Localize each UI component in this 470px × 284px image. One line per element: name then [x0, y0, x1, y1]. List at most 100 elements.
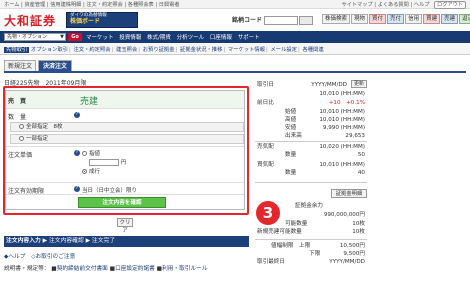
step-number-badge: 3 [256, 201, 280, 225]
margin-label: 信用 [405, 14, 423, 24]
margin-row: 新規売建可能数量 10枚 [255, 228, 365, 236]
quote-key: 数量 [285, 170, 297, 176]
top-links-bar: ホーム | 資産管理 | 信用建株明細 | 注文・約定照会 | 各種照会表 | … [0, 0, 470, 9]
caution-link[interactable]: お取引のご注意 [36, 254, 76, 260]
quote-value: 10,010 (HH:MM) [319, 117, 365, 123]
logout-button[interactable]: ログアウト [434, 1, 466, 9]
margin-sell-button[interactable]: 売建 [441, 14, 459, 24]
tab-new-order[interactable]: 新規注文 [4, 60, 36, 71]
step-complete: 注文完了 [91, 238, 116, 244]
buy-button[interactable]: 買付 [369, 14, 387, 24]
quote-key: 前日比 [257, 100, 274, 106]
stock-code-input[interactable] [263, 16, 298, 25]
limit-row: 取引最終日 YYYY/MM/DD [255, 258, 365, 266]
quote-row: 買気配 10,010 (HH:MM) [255, 161, 365, 169]
app-root: ホーム | 資産管理 | 信用建株明細 | 注文・約定照会 | 各種照会表 | … [0, 0, 470, 284]
quote-value: 50 [357, 152, 365, 158]
quote-key: 数量 [285, 152, 297, 158]
step-confirm: 注文内容確認 [48, 238, 84, 244]
subnav-related[interactable]: 各種関連 [302, 47, 323, 53]
divider [255, 141, 367, 142]
daiwa-logo[interactable]: 大和証券 [4, 12, 56, 29]
margin-key: 可能数量 [285, 221, 308, 227]
trade-buttons: 株価検索現物買付売付信用買建売建返済現引 [322, 14, 470, 24]
documents-links: 説明書・規定等： ■契約締結前交付書面 ■口座設定約諾書 ■利用・取引ルール [4, 266, 208, 272]
product-select-value: 先物・オプション [7, 34, 48, 40]
quote-panel: 取引日 YYYY/MM/DD 更新 10,010 (HH:MM) 前日比 +10 +… [255, 78, 367, 284]
limit-value: 10,500円 [339, 243, 365, 249]
divider [255, 182, 367, 183]
step-bar: 注文内容入力 ▶ 注文内容確認 ▶ 注文完了 [4, 236, 249, 247]
quote-key: 買気配 [257, 162, 274, 168]
quote-key: 安値 [285, 125, 297, 131]
doc-link-account[interactable]: 口座設定約諾書 [115, 266, 155, 272]
quote-row: 安値 9,990 (HH:MM) [255, 124, 365, 132]
subnav-margin-status[interactable]: 証拠金状況・推移 [180, 47, 222, 53]
clear-button[interactable]: クリア [117, 218, 133, 234]
header: 大和証券 ダイワの為替情報 株価ボード 銘柄コード 株価検索 現物 買付 売付 信用 買建… [0, 9, 470, 31]
subnav-futures[interactable]: 先物取引 [4, 47, 30, 53]
nav-analysis-tools[interactable]: 分析ツール [177, 35, 205, 41]
refresh-button[interactable]: 更新 [351, 80, 367, 88]
quote-row: 始値 10,010 (HH:MM) [255, 108, 365, 116]
margin-value: 10枚 [352, 221, 365, 227]
quote-row: 数量 40 [255, 169, 365, 177]
quote-row: 10,010 (HH:MM) [255, 90, 365, 98]
quote-value: 29,653 [345, 133, 365, 139]
banner-line2: 株価ボード [70, 18, 101, 25]
quote-value: +10 +0.1% [328, 100, 365, 106]
doc-link-contract[interactable]: 契約締結前交付書面 [57, 266, 108, 272]
fx-board-banner[interactable]: ダイワの為替情報 株価ボード [66, 12, 138, 28]
help-link[interactable]: ヘルプ [8, 254, 25, 260]
quote-row: 出来高 29,653 [255, 132, 365, 140]
stock-code-search: 銘柄コード [232, 15, 313, 25]
subnav-order-inquiry[interactable]: 注文・約定照会 [73, 47, 110, 53]
quote-value: 40 [357, 170, 365, 176]
limit-key: 値幅制限 上限 [271, 243, 311, 249]
nav-support[interactable]: サポート [238, 35, 260, 41]
stock-code-go-button[interactable] [298, 16, 313, 25]
margin-detail-button[interactable]: 証拠金明細 [331, 189, 367, 198]
margin-key: 証拠金余力 [295, 203, 323, 209]
top-links-left[interactable]: ホーム | 資産管理 | 信用建株明細 | 注文・約定照会 | 各種照会表 | … [4, 1, 180, 8]
limit-key: 取引最終日 [257, 259, 285, 265]
highlight-frame [3, 86, 249, 215]
product-go-button[interactable]: Go [68, 33, 82, 41]
top-links-right-items[interactable]: サイトマップ | よくある質問 | ヘルプ [341, 2, 429, 8]
limit-value: 9,500円 [343, 251, 365, 257]
doc-link-rules[interactable]: 利用・取引ルール [162, 266, 208, 272]
subnav-deposit[interactable]: お預り証拠金 [143, 47, 175, 53]
quote-value: 10,020 (HH:MM) [319, 144, 365, 150]
quote-value: 9,990 (HH:MM) [322, 125, 365, 131]
instrument-title: 日経225先物 2011年09月限 [4, 80, 87, 86]
quote-value: YYYY/MM/DD [311, 82, 347, 88]
subnav-market-info[interactable]: マーケット情報 [228, 47, 265, 53]
limit-row: 値幅制限 上限 10,500円 [255, 242, 365, 250]
nav-investment-info[interactable]: 投資情報 [119, 35, 141, 41]
sell-button[interactable]: 売付 [387, 14, 405, 24]
nav-account-info[interactable]: 口座情報 [210, 35, 232, 41]
repay-button[interactable]: 返済 [459, 14, 470, 24]
spot-label: 現物 [351, 14, 369, 24]
stock-code-label: 銘柄コード [232, 17, 263, 24]
sub-nav-items: 先物取引 オプション取引| 注文・約定照会| 建玉照会| お預り証拠金| 証拠金… [4, 47, 324, 53]
tab-underline [4, 71, 466, 73]
margin-buy-button[interactable]: 買建 [423, 14, 441, 24]
limit-key: 下限 [309, 251, 321, 257]
subnav-options[interactable]: オプション取引 [31, 47, 68, 53]
subnav-mail-settings[interactable]: メール設定 [270, 47, 297, 53]
quote-row: 売気配 10,020 (HH:MM) [255, 143, 365, 151]
quote-value: 10,010 (HH:MM) [319, 162, 365, 168]
stock-search-button[interactable]: 株価検索 [322, 14, 351, 24]
step-input: 注文内容入力 [6, 238, 41, 244]
nav-stocks[interactable]: 株式/期貨 [147, 35, 171, 41]
margin-value: 10枚 [352, 229, 365, 235]
subnav-positions[interactable]: 建玉照会 [116, 47, 137, 53]
tab-close-order[interactable]: 決済注文 [38, 60, 72, 71]
help-links: ◆ヘルプ ◇お取引のご注意 [4, 254, 76, 260]
margin-key: 新規売建可能数量 [257, 229, 302, 235]
nav-market[interactable]: マーケット [86, 35, 114, 41]
documents-label: 説明書・規定等： [4, 266, 50, 272]
product-select[interactable]: 先物・オプション ▼ [4, 33, 66, 41]
divider [255, 239, 367, 240]
